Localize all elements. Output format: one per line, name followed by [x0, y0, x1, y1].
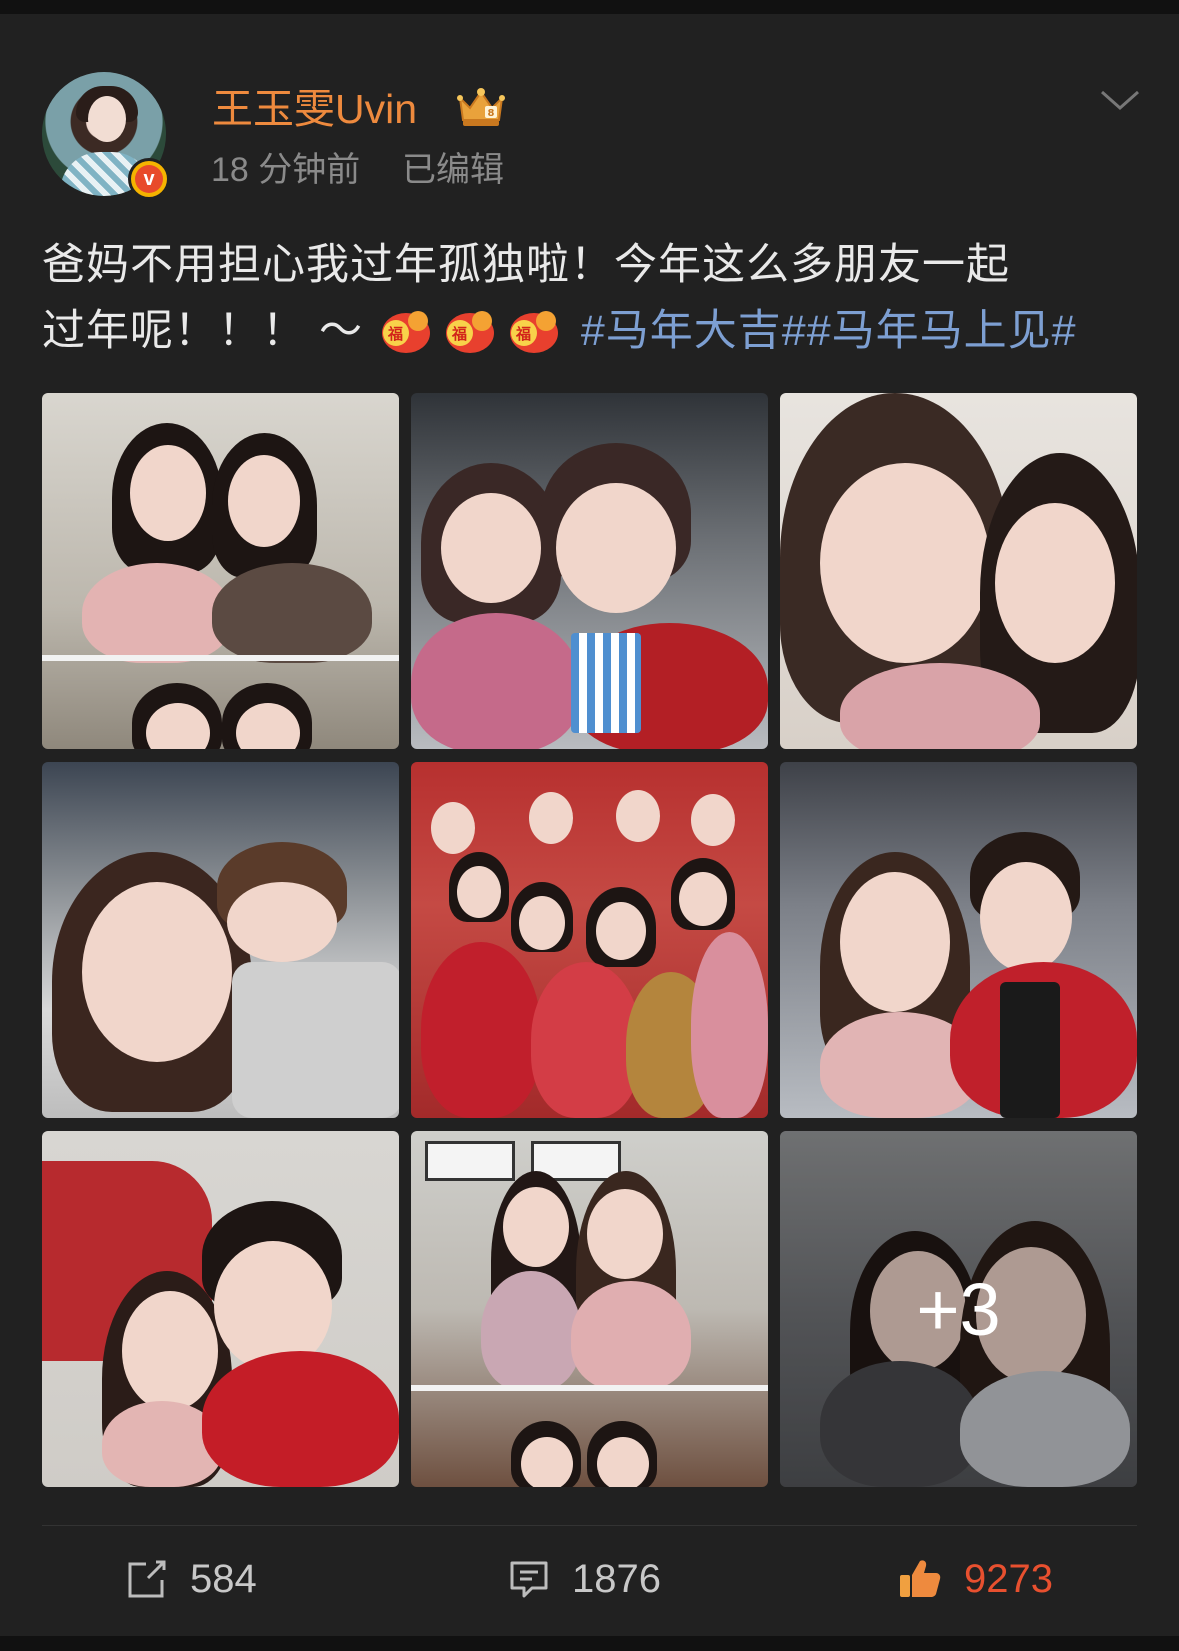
photo-8[interactable] — [411, 1131, 768, 1487]
bottom-strip — [0, 1636, 1179, 1651]
hashtag-links[interactable]: #马年大吉##马年马上见# — [581, 307, 1077, 355]
like-count: 9273 — [964, 1556, 1053, 1601]
svg-text:福: 福 — [387, 325, 404, 343]
photo-2[interactable] — [411, 393, 768, 749]
post-text-line2-prefix: 过年呢！！！ ～ — [42, 307, 363, 355]
fu-horse-emoji-icon: 福 — [445, 311, 494, 353]
divider — [42, 1525, 1137, 1526]
crown-icon: 8 — [457, 88, 505, 126]
post-time: 18 分钟前 — [211, 151, 361, 189]
repost-icon — [128, 1560, 166, 1598]
post-text: 爸妈不用担心我过年孤独啦！今年这么多朋友一起 过年呢！！！ ～ 福 福 福 #马… — [42, 232, 1142, 364]
repost-count: 584 — [190, 1556, 257, 1601]
photo-9[interactable]: +3 — [780, 1131, 1137, 1487]
comment-button[interactable]: 1876 — [508, 1554, 661, 1604]
photo-6[interactable] — [780, 762, 1137, 1118]
edited-label[interactable]: 已编辑 — [402, 148, 504, 192]
svg-text:福: 福 — [451, 325, 468, 343]
photo-7[interactable] — [42, 1131, 399, 1487]
post-text-line1: 爸妈不用担心我过年孤独啦！今年这么多朋友一起 — [42, 241, 1010, 289]
photo-grid: +3 — [42, 393, 1137, 1487]
fu-horse-emoji-icon: 福 — [509, 311, 558, 353]
username[interactable]: 王玉雯Uvin — [212, 84, 417, 134]
chevron-down-icon[interactable] — [1098, 86, 1142, 114]
comment-count: 1876 — [572, 1556, 661, 1601]
status-bar-strip — [0, 0, 1179, 14]
photo-5[interactable] — [411, 762, 768, 1118]
svg-text:福: 福 — [515, 325, 532, 343]
comment-icon — [510, 1561, 548, 1598]
more-photos-count[interactable]: +3 — [780, 1131, 1137, 1487]
thumbs-up-icon — [900, 1560, 941, 1597]
photo-1[interactable] — [42, 393, 399, 749]
post-text-line2: 过年呢！！！ ～ 福 福 福 #马年大吉##马年马上见# — [42, 298, 1142, 364]
svg-text:8: 8 — [488, 108, 495, 119]
verified-badge-icon: v — [128, 158, 170, 200]
post-card: v 王玉雯Uvin 8 18 分钟前 已编辑 爸妈不用担心我过年孤独啦！今年这么… — [0, 14, 1179, 1636]
photo-3[interactable] — [780, 393, 1137, 749]
fu-horse-emoji-icon: 福 — [381, 311, 430, 353]
repost-button[interactable]: 584 — [126, 1554, 257, 1604]
photo-4[interactable] — [42, 762, 399, 1118]
like-button[interactable]: 9273 — [898, 1554, 1053, 1604]
